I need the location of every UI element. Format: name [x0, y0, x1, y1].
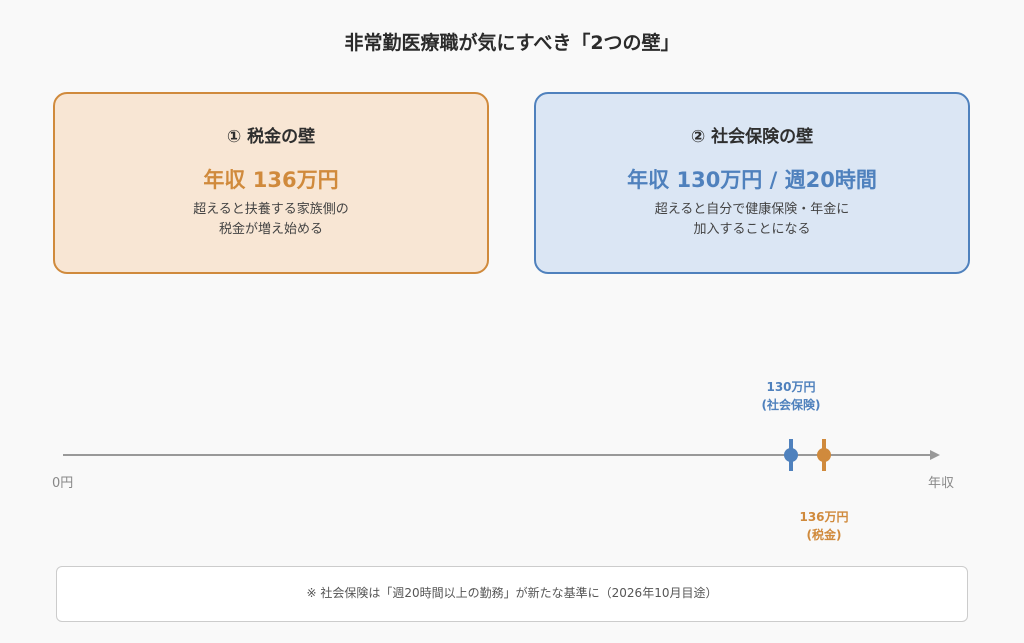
footnote-box: ※ 社会保険は「週20時間以上の勤務」が新たな基準に（2026年10月目途）	[56, 566, 968, 622]
social-marker-dot	[784, 448, 798, 462]
tax-marker-kind: (税金)	[806, 528, 842, 542]
income-timeline	[63, 439, 940, 471]
tax-marker-amount: 136万円	[799, 510, 849, 524]
timeline-end-label: 年収	[928, 476, 955, 491]
social-marker-label: 130万円 (社会保険)	[731, 378, 851, 414]
social-marker-kind: (社会保険)	[761, 398, 821, 412]
timeline-start-label: 0円	[52, 476, 74, 491]
social-marker-amount: 130万円	[766, 380, 816, 394]
tax-marker-label: 136万円 (税金)	[764, 508, 884, 544]
timeline-arrow-head	[930, 450, 940, 460]
tax-marker-dot	[817, 448, 831, 462]
